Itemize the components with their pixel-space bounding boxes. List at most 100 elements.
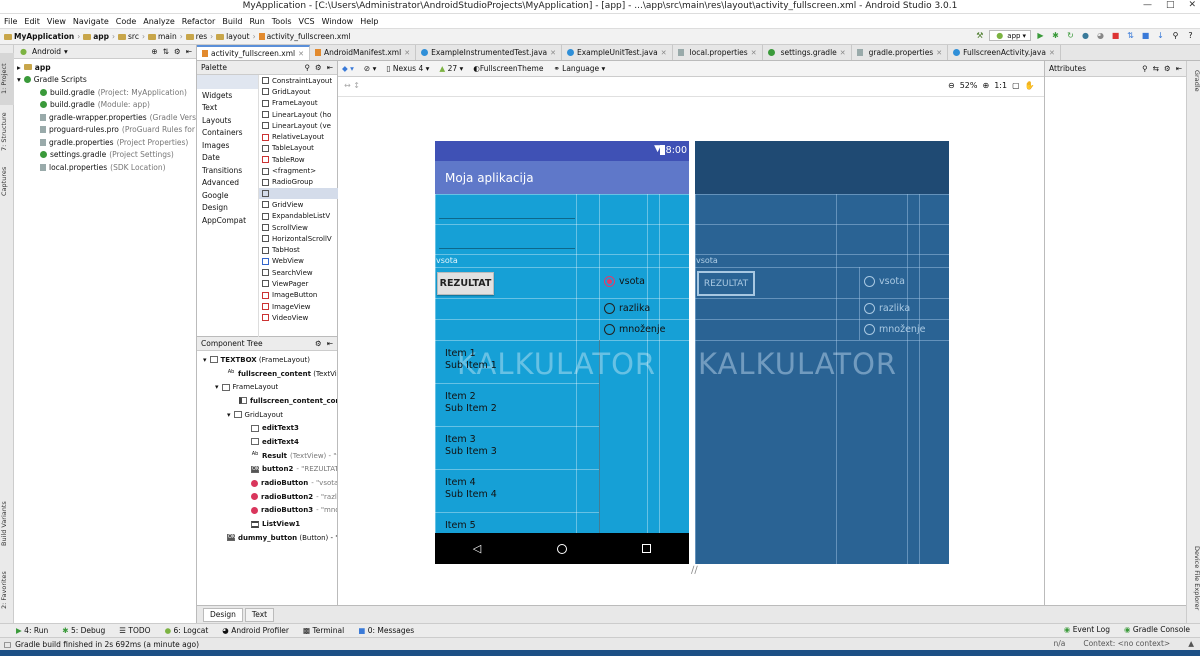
- blueprint-radio-razlika[interactable]: razlika: [864, 303, 910, 314]
- tree-node-textbox[interactable]: ▾ TEXTBOX (FrameLayout): [197, 353, 337, 367]
- tree-item-gradle-properties[interactable]: gradle.properties (Project Properties): [14, 136, 196, 149]
- hide-icon[interactable]: ⇤: [327, 63, 333, 72]
- breadcrumb-main[interactable]: main: [147, 32, 177, 41]
- close-icon[interactable]: ✕: [550, 49, 556, 57]
- blueprint-result-label[interactable]: vsota: [696, 256, 718, 265]
- gear-icon[interactable]: ⚙: [1164, 64, 1171, 73]
- palette-category-transitions[interactable]: Transitions: [197, 164, 258, 177]
- phone-preview[interactable]: ▼ 8:00 Moja aplikacija vsota REZULTAT vs…: [435, 141, 689, 564]
- list-item[interactable]: Item 1 Sub Item 1: [445, 348, 497, 372]
- tree-item-settings-gradle[interactable]: settings.gradle (Project Settings): [14, 149, 196, 162]
- maximize-icon[interactable]: □: [1166, 0, 1175, 10]
- swap-icon[interactable]: ⇆: [1153, 64, 1159, 73]
- blueprint-kalkulator-text[interactable]: KALKULATOR: [698, 347, 897, 381]
- tab-local-properties[interactable]: local.properties ✕: [672, 45, 763, 60]
- palette-category-containers[interactable]: Containers: [197, 127, 258, 140]
- palette-item[interactable]: ViewPager: [259, 278, 338, 289]
- resize-handle-icon[interactable]: ∕∕: [691, 565, 698, 576]
- tree-node-edittext4[interactable]: editText4: [197, 435, 337, 449]
- palette-category-text[interactable]: Text: [197, 102, 258, 115]
- palette-item[interactable]: RelativeLayout: [259, 131, 338, 142]
- orientation-icon[interactable]: ⊘ ▾: [364, 64, 376, 73]
- collapse-icon[interactable]: ⇅: [163, 47, 169, 56]
- hide-icon[interactable]: ⇤: [327, 339, 333, 348]
- tab-structure[interactable]: 7: Structure: [0, 107, 14, 157]
- tree-item-build-gradle-module[interactable]: build.gradle (Module: app): [14, 99, 196, 112]
- status-message[interactable]: Gradle build finished in 2s 692ms (a min…: [15, 640, 199, 649]
- breadcrumb-res[interactable]: res: [185, 32, 207, 41]
- run-icon[interactable]: ▶: [1035, 30, 1046, 41]
- chevron-down-icon[interactable]: ▾: [64, 47, 68, 56]
- gear-icon[interactable]: ⚙: [315, 63, 322, 72]
- blueprint-radio-vsota[interactable]: vsota: [864, 276, 905, 287]
- tool-terminal[interactable]: ▩ Terminal: [303, 626, 344, 635]
- tree-item-local-properties[interactable]: local.properties (SDK Location): [14, 161, 196, 174]
- palette-category-advanced[interactable]: Advanced: [197, 177, 258, 190]
- tool-gradle-console[interactable]: ◉ Gradle Console: [1124, 625, 1190, 634]
- palette-item[interactable]: LinearLayout (ve: [259, 120, 338, 131]
- menu-navigate[interactable]: Navigate: [73, 17, 109, 26]
- tab-settings-gradle[interactable]: settings.gradle ✕: [762, 45, 852, 60]
- api-select[interactable]: ▲ 27 ▾: [439, 64, 463, 73]
- sync-icon[interactable]: ⇅: [1125, 30, 1136, 41]
- home-icon[interactable]: [556, 543, 567, 554]
- apply-changes-icon[interactable]: ↻: [1065, 30, 1076, 41]
- back-icon[interactable]: ◁: [473, 542, 481, 555]
- zoom-fit-icon[interactable]: 1:1: [994, 81, 1007, 90]
- tab-gradle-properties[interactable]: gradle.properties ✕: [851, 45, 949, 60]
- status-icon[interactable]: □: [4, 640, 11, 649]
- palette-item[interactable]: ImageView: [259, 301, 338, 312]
- tree-item-app[interactable]: ▸ app: [14, 61, 196, 74]
- search-icon[interactable]: ⚲: [304, 63, 310, 72]
- breadcrumb-file[interactable]: activity_fullscreen.xml: [258, 32, 351, 41]
- menu-help[interactable]: Help: [360, 17, 378, 26]
- palette-item[interactable]: ConstraintLayout: [259, 75, 338, 86]
- palette-item[interactable]: TabHost: [259, 244, 338, 255]
- tool-profiler[interactable]: ◕ Android Profiler: [222, 626, 289, 635]
- zoom-to-fit-icon[interactable]: ▢: [1012, 81, 1020, 90]
- zoom-out-icon[interactable]: ⊖: [948, 81, 955, 90]
- menu-tools[interactable]: Tools: [272, 17, 292, 26]
- palette-item[interactable]: ImageButton: [259, 290, 338, 301]
- radio-mnozenje[interactable]: množenje: [604, 324, 665, 335]
- palette-item[interactable]: LinearLayout (ho: [259, 109, 338, 120]
- pan-icon[interactable]: ✋: [1025, 81, 1035, 90]
- tab-device-file-explorer[interactable]: Device File Explorer: [1187, 543, 1200, 613]
- palette-item[interactable]: ScrollView: [259, 222, 338, 233]
- hide-icon[interactable]: ⇤: [1176, 64, 1182, 73]
- list-item[interactable]: Item 5: [445, 520, 476, 532]
- tree-node-edittext3[interactable]: editText3: [197, 421, 337, 435]
- menu-view[interactable]: View: [47, 17, 66, 26]
- palette-item[interactable]: VideoView: [259, 312, 338, 323]
- stop-icon[interactable]: ■: [1110, 30, 1121, 41]
- tree-node-framelayout[interactable]: ▾ FrameLayout: [197, 380, 337, 394]
- search-icon[interactable]: ⚲: [1142, 64, 1148, 73]
- palette-category-date[interactable]: Date: [197, 152, 258, 165]
- palette-item-selected[interactable]: [259, 187, 338, 200]
- tab-design[interactable]: Design: [203, 607, 243, 622]
- close-icon[interactable]: ✕: [298, 50, 304, 58]
- tool-logcat[interactable]: ● 6: Logcat: [165, 626, 209, 635]
- palette-category-appcompat[interactable]: AppCompat: [197, 214, 258, 227]
- tool-todo[interactable]: ☰ TODO: [119, 626, 150, 635]
- palette-item[interactable]: <fragment>: [259, 165, 338, 176]
- menu-file[interactable]: File: [4, 17, 17, 26]
- device-select[interactable]: ▯ Nexus 4 ▾: [386, 64, 429, 73]
- menu-window[interactable]: Window: [322, 17, 354, 26]
- tree-node-radiobutton[interactable]: radioButton- "vsota": [197, 476, 337, 490]
- tree-item-gradle-scripts[interactable]: ▾ Gradle Scripts: [14, 74, 196, 87]
- tree-item-build-gradle-project[interactable]: build.gradle (Project: MyApplication): [14, 86, 196, 99]
- tab-project[interactable]: 1: Project: [0, 53, 14, 105]
- close-icon[interactable]: ✕: [661, 49, 667, 57]
- hide-icon[interactable]: ⇤: [186, 47, 192, 56]
- radio-razlika[interactable]: razlika: [604, 303, 650, 314]
- tree-node-result[interactable]: AbResult(TextView) - "vsota: [197, 449, 337, 463]
- list-item[interactable]: Item 3 Sub Item 3: [445, 434, 497, 458]
- sync-icon[interactable]: ⊕: [151, 47, 157, 56]
- list-item[interactable]: Item 4 Sub Item 4: [445, 477, 497, 501]
- tab-captures[interactable]: Captures: [0, 161, 14, 201]
- avd-manager-icon[interactable]: ■: [1140, 30, 1151, 41]
- palette-category-google[interactable]: Google: [197, 189, 258, 202]
- tree-node-dummy-button[interactable]: OKdummy_button (Button) - "D: [197, 531, 337, 545]
- palette-item[interactable]: GridLayout: [259, 86, 338, 97]
